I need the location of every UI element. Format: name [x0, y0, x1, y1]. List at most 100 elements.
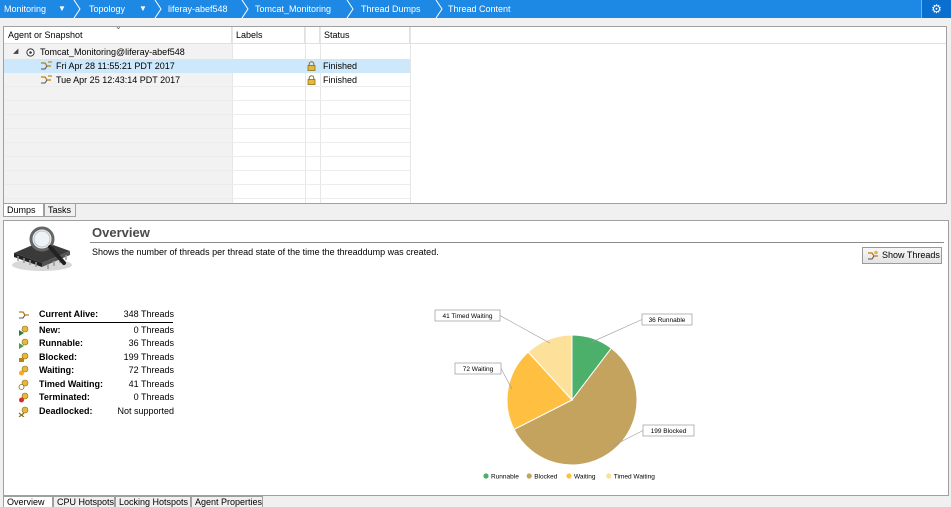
thread-blocked-icon	[19, 352, 29, 362]
stat-label: Terminated:	[39, 392, 90, 402]
stat-value: 0 Threads	[133, 392, 174, 402]
tree-root-row[interactable]: ◢ Tomcat_Monitoring@liferay-abef548	[4, 45, 410, 59]
snapshot-label: Fri Apr 28 11:55:21 PDT 2017	[56, 61, 175, 71]
overview-panel: Overview Shows the number of threads per…	[3, 220, 949, 496]
row-divider	[4, 128, 410, 129]
slice-data-label: 41 Timed Waiting	[443, 313, 493, 320]
lock-icon	[307, 75, 316, 85]
stat-label: Blocked:	[39, 352, 78, 362]
stat-label: New:	[39, 325, 61, 335]
stat-terminated: Terminated: 0 Threads	[18, 391, 178, 404]
legend-label: Waiting	[574, 474, 596, 481]
thread-chip-icon	[12, 226, 72, 271]
tab-dumps[interactable]: Dumps	[3, 204, 44, 217]
breadcrumb-host[interactable]: liferay-abef548	[168, 0, 228, 18]
stat-value: Not supported	[117, 406, 174, 416]
stat-value: 36 Threads	[128, 338, 174, 348]
breadcrumb-separator-icon	[346, 0, 354, 18]
snapshot-status: Finished	[323, 61, 358, 71]
legend-label: Blocked	[534, 474, 558, 481]
stat-new: New: 0 Threads	[18, 324, 178, 337]
tab-agent-properties[interactable]: Agent Properties	[191, 496, 263, 507]
slice-leader-line	[499, 315, 551, 344]
breadcrumb-thread-content[interactable]: Thread Content	[448, 0, 511, 18]
thread-dump-icon	[41, 75, 52, 84]
overview-description: Shows the number of threads per thread s…	[92, 247, 439, 257]
agent-icon	[26, 48, 35, 57]
breadcrumb-separator-icon	[73, 0, 81, 18]
collapse-triangle-icon[interactable]: ◢	[13, 45, 18, 59]
snapshot-status: Finished	[323, 75, 358, 85]
stat-current-alive: Current Alive: 348 Threads	[18, 308, 178, 321]
breadcrumb-agent[interactable]: Tomcat_Monitoring	[255, 0, 331, 18]
lock-icon	[307, 61, 316, 71]
stat-runnable: Runnable: 36 Threads	[18, 337, 178, 350]
overview-title: Overview	[92, 225, 150, 240]
slice-data-label: 36 Runnable	[649, 317, 686, 324]
stat-timed-waiting: Timed Waiting: 41 Threads	[18, 378, 178, 391]
slice-leader-line	[591, 319, 643, 343]
legend-label: Timed Waiting	[614, 474, 655, 481]
row-divider	[4, 156, 410, 157]
legend-marker	[606, 473, 612, 479]
stats-divider	[39, 322, 173, 323]
tab-locking-hotspots[interactable]: Locking Hotspots	[115, 496, 191, 507]
stat-value: 72 Threads	[128, 365, 174, 375]
column-divider	[410, 27, 411, 203]
column-status[interactable]: Status	[320, 27, 410, 44]
column-lock[interactable]	[305, 27, 320, 44]
row-divider	[4, 100, 410, 101]
stat-label: Current Alive:	[39, 309, 99, 319]
stat-deadlocked: Deadlocked: Not supported	[18, 405, 178, 418]
legend-marker	[483, 473, 489, 479]
chevron-down-icon[interactable]: ▼	[139, 0, 147, 18]
legend-marker	[526, 473, 532, 479]
stat-value: 199 Threads	[123, 352, 174, 362]
tree-root-label: Tomcat_Monitoring@liferay-abef548	[40, 47, 185, 57]
thread-runnable-icon	[19, 338, 29, 349]
gear-icon[interactable]: ⚙	[921, 0, 951, 18]
row-divider	[4, 198, 410, 199]
stat-value: 41 Threads	[128, 379, 174, 389]
breadcrumb-bar: Monitoring ▼ Topology ▼ liferay-abef548 …	[0, 0, 951, 18]
tab-tasks[interactable]: Tasks	[44, 204, 76, 217]
tab-overview[interactable]: Overview	[3, 496, 53, 507]
show-threads-label: Show Threads	[882, 250, 940, 260]
stat-label: Runnable:	[39, 338, 83, 348]
thread-waiting-icon	[19, 365, 29, 376]
stat-value: 0 Threads	[133, 325, 174, 335]
column-labels[interactable]: Labels	[232, 27, 305, 44]
row-divider	[4, 114, 410, 115]
sort-indicator-icon: ⌄	[115, 22, 122, 31]
slice-data-label: 72 Waiting	[463, 366, 494, 373]
snapshot-label: Tue Apr 25 12:43:14 PDT 2017	[56, 75, 181, 85]
stat-waiting: Waiting: 72 Threads	[18, 364, 178, 377]
slice-data-label: 199 Blocked	[651, 428, 687, 435]
breadcrumb-thread-dumps[interactable]: Thread Dumps	[361, 0, 421, 18]
legend-label: Runnable	[491, 474, 519, 481]
stat-blocked: Blocked: 199 Threads	[18, 351, 178, 364]
thread-terminated-icon	[19, 392, 29, 403]
thread-new-icon	[19, 325, 29, 336]
stat-label: Timed Waiting:	[39, 379, 103, 389]
breadcrumb-monitoring[interactable]: Monitoring	[4, 0, 46, 18]
snapshot-tree-panel: Agent or Snapshot ⌄ Labels Status ◢ Tomc…	[3, 22, 947, 204]
breadcrumb-separator-icon	[154, 0, 162, 18]
thread-timed-waiting-icon	[18, 379, 29, 390]
tab-cpu-hotspots[interactable]: CPU Hotspots	[53, 496, 115, 507]
breadcrumb-topology[interactable]: Topology	[89, 0, 125, 18]
snapshot-row[interactable]: Tue Apr 25 12:43:14 PDT 2017 Finished	[4, 73, 410, 87]
legend-marker	[566, 473, 572, 479]
snapshot-row[interactable]: Fri Apr 28 11:55:21 PDT 2017 Finished	[4, 59, 410, 73]
row-divider	[4, 142, 410, 143]
stat-label: Deadlocked:	[39, 406, 93, 416]
stat-value: 348 Threads	[123, 309, 174, 319]
breadcrumb-separator-icon	[241, 0, 249, 18]
threads-icon	[19, 311, 29, 319]
chevron-down-icon[interactable]: ▼	[58, 0, 66, 18]
tree-header: Agent or Snapshot ⌄ Labels Status	[4, 22, 946, 44]
stat-label: Waiting:	[39, 365, 75, 375]
show-threads-button[interactable]: Show Threads	[862, 247, 942, 264]
thread-deadlocked-icon	[18, 406, 29, 417]
breadcrumb-separator-icon	[435, 0, 443, 18]
